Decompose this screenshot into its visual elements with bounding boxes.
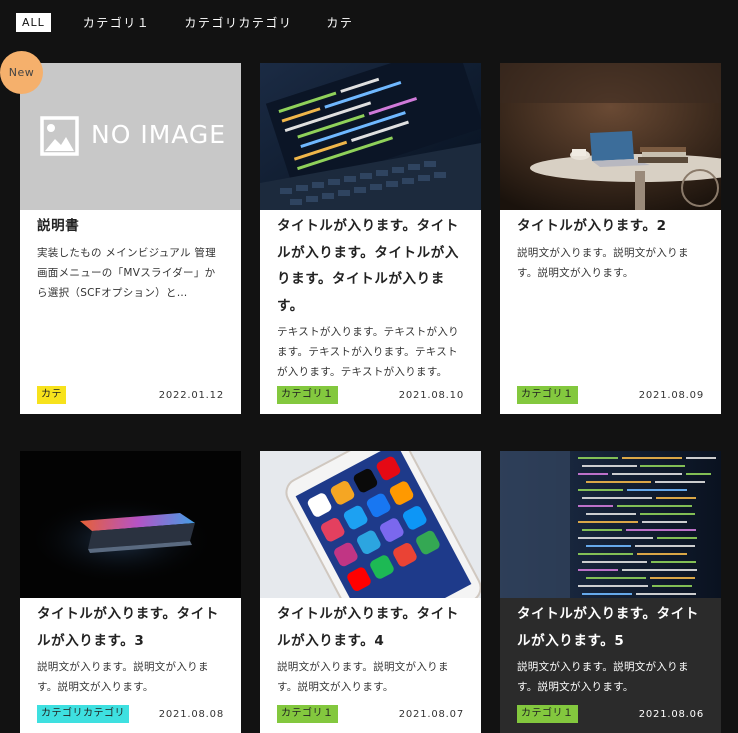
card-thumbnail xyxy=(260,451,481,598)
card-footer: カテゴリカテゴリ 2021.08.08 xyxy=(37,705,224,723)
filter-tab-kate[interactable]: カテ xyxy=(326,14,353,31)
card-body: タイトルが入ります。2 説明文が入ります。説明文が入ります。説明文が入ります。 … xyxy=(500,210,721,414)
card-excerpt: 説明文が入ります。説明文が入ります。説明文が入ります。 xyxy=(517,246,689,279)
post-date: 2021.08.08 xyxy=(158,708,224,720)
card-body: タイトルが入ります。タイトルが入ります。4 説明文が入ります。説明文が入ります。… xyxy=(260,598,481,733)
card-thumbnail xyxy=(500,451,721,598)
card-body: タイトルが入ります。タイトルが入ります。タイトルが入ります。タイトルが入ります。… xyxy=(260,210,481,414)
category-badge[interactable]: カテゴリ１ xyxy=(517,705,578,723)
card-title: 説明書 xyxy=(37,218,80,234)
filter-tab-all[interactable]: ALL xyxy=(16,13,51,32)
card-excerpt: 説明文が入ります。説明文が入ります。説明文が入ります。 xyxy=(277,661,449,693)
card-title: タイトルが入ります。タイトルが入ります。5 xyxy=(517,606,699,649)
code-screen-image xyxy=(500,451,721,598)
post-card-hovered[interactable]: タイトルが入ります。タイトルが入ります。5 説明文が入ります。説明文が入ります。… xyxy=(500,451,721,733)
smartphone-image xyxy=(260,451,481,598)
post-card[interactable]: タイトルが入ります。タイトルが入ります。4 説明文が入ります。説明文が入ります。… xyxy=(260,451,481,733)
card-thumbnail xyxy=(20,451,241,598)
card-body: タイトルが入ります。タイトルが入ります。5 説明文が入ります。説明文が入ります。… xyxy=(500,598,721,733)
new-badge: New xyxy=(0,51,43,94)
post-date: 2021.08.07 xyxy=(398,708,464,720)
laptop-code-image xyxy=(260,63,481,210)
cafe-laptop-image xyxy=(500,63,721,210)
card-title: タイトルが入ります。2 xyxy=(517,218,667,234)
card-excerpt: 実装したもの メインビジュアル 管理画面メニューの「MVスライダー」から選択（S… xyxy=(37,246,217,299)
post-date: 2021.08.10 xyxy=(398,389,464,401)
no-image-label: NO IMAGE xyxy=(91,120,227,149)
card-thumbnail-no-image: NO IMAGE xyxy=(20,63,241,210)
card-title: タイトルが入ります。タイトルが入ります。タイトルが入ります。タイトルが入ります。 xyxy=(277,218,459,314)
post-card[interactable]: タイトルが入ります。2 説明文が入ります。説明文が入ります。説明文が入ります。 … xyxy=(500,63,721,414)
post-card[interactable]: タイトルが入ります。タイトルが入ります。3 説明文が入ります。説明文が入ります。… xyxy=(20,451,241,733)
category-badge[interactable]: カテゴリ１ xyxy=(277,705,338,723)
post-date: 2021.08.06 xyxy=(638,708,704,720)
card-thumbnail xyxy=(260,63,481,210)
filter-tab-category1[interactable]: カテゴリ１ xyxy=(83,14,151,31)
archive-page: ALL カテゴリ１ カテゴリカテゴリ カテ New NO IMAGE 説明書 実… xyxy=(0,0,738,733)
category-badge[interactable]: カテゴリカテゴリ xyxy=(37,705,129,723)
card-footer: カテゴリ１ 2021.08.10 xyxy=(277,386,464,404)
post-card[interactable]: NO IMAGE 説明書 実装したもの メインビジュアル 管理画面メニューの「M… xyxy=(20,63,241,414)
filter-tab-categorycategory[interactable]: カテゴリカテゴリ xyxy=(184,14,292,31)
card-footer: カテゴリ１ 2021.08.07 xyxy=(277,705,464,723)
category-badge[interactable]: カテゴリ１ xyxy=(277,386,338,404)
category-badge[interactable]: カテゴリ１ xyxy=(517,386,578,404)
card-body: 説明書 実装したもの メインビジュアル 管理画面メニューの「MVスライダー」から… xyxy=(20,210,241,414)
post-date: 2022.01.12 xyxy=(158,389,224,401)
card-title: タイトルが入ります。タイトルが入ります。3 xyxy=(37,606,219,649)
card-title: タイトルが入ります。タイトルが入ります。4 xyxy=(277,606,459,649)
card-footer: カテゴリ１ 2021.08.09 xyxy=(517,386,704,404)
card-thumbnail xyxy=(500,63,721,210)
category-badge[interactable]: カテ xyxy=(37,386,66,404)
dark-laptop-image xyxy=(20,451,241,598)
category-filter-bar: ALL カテゴリ１ カテゴリカテゴリ カテ xyxy=(16,13,387,32)
post-card[interactable]: タイトルが入ります。タイトルが入ります。タイトルが入ります。タイトルが入ります。… xyxy=(260,63,481,414)
card-excerpt: 説明文が入ります。説明文が入ります。説明文が入ります。 xyxy=(517,661,689,693)
card-footer: カテゴリ１ 2021.08.06 xyxy=(517,705,704,723)
card-body: タイトルが入ります。タイトルが入ります。3 説明文が入ります。説明文が入ります。… xyxy=(20,598,241,733)
card-excerpt: 説明文が入ります。説明文が入ります。説明文が入ります。 xyxy=(37,661,209,693)
card-footer: カテ 2022.01.12 xyxy=(37,386,224,404)
card-excerpt: テキストが入ります。テキストが入ります。テキストが入ります。テキストが入ります。… xyxy=(277,326,459,378)
post-date: 2021.08.09 xyxy=(638,389,704,401)
